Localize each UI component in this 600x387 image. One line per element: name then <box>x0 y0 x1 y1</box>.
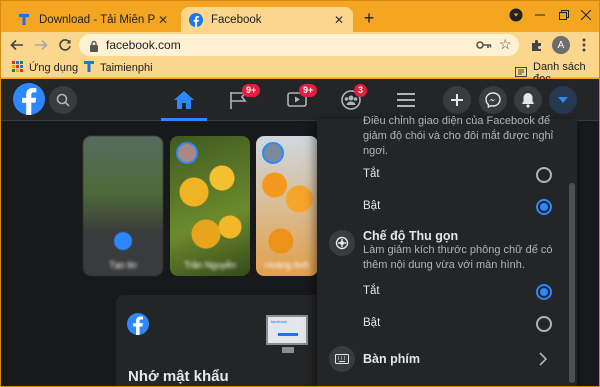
close-icon[interactable]: ✕ <box>155 12 171 28</box>
keyboard-label: Bàn phím <box>363 352 420 366</box>
monitor-brand: facebook <box>271 319 288 324</box>
compact-mode-icon <box>329 230 355 256</box>
story-label: Trần Nguyễn <box>184 260 236 270</box>
chevron-right-icon <box>539 352 548 371</box>
dark-mode-on-label[interactable]: Bật <box>363 200 380 212</box>
compact-mode-off-radio[interactable] <box>536 284 552 300</box>
lock-icon[interactable] <box>89 39 99 57</box>
forward-arrow-icon[interactable] <box>31 35 51 55</box>
extensions-icon[interactable] <box>528 36 546 54</box>
home-active-indicator <box>161 118 207 121</box>
facebook-logo-icon <box>127 313 149 335</box>
tab-facebook[interactable]: Facebook ✕ <box>181 7 353 32</box>
new-tab-button[interactable]: + <box>359 9 379 29</box>
key-icon[interactable] <box>476 38 492 56</box>
taimienphi-icon <box>84 61 94 75</box>
bookmark-label: Ứng dụng <box>29 62 79 74</box>
menu-scrollbar[interactable] <box>567 121 577 386</box>
monitor-illustration: facebook <box>266 315 308 345</box>
tab-title: Download - Tải Miễn Phí VN - Ph <box>39 13 155 26</box>
story-avatar <box>176 142 198 164</box>
more-menu-icon[interactable] <box>575 36 593 54</box>
search-icon[interactable] <box>49 86 77 114</box>
bookmarks-bar: Ứng dụng Taimienphi Danh sách đọc <box>1 58 599 85</box>
compact-mode-title: Chế độ Thu gọn <box>363 229 459 243</box>
account-dropdown-icon[interactable] <box>549 86 577 114</box>
story-label: Hoàng Anh <box>264 260 310 270</box>
reading-list-icon <box>515 66 527 80</box>
messenger-icon[interactable] <box>479 86 507 114</box>
address-bar[interactable]: facebook.com ☆ <box>79 34 519 56</box>
dark-mode-off-radio[interactable] <box>536 167 552 183</box>
reload-icon[interactable] <box>55 35 75 55</box>
facebook-favicon-icon <box>189 12 203 27</box>
facebook-logo-icon[interactable] <box>13 83 45 115</box>
browser-toolbar: facebook.com ☆ A <box>1 32 599 58</box>
create-plus-icon[interactable] <box>443 86 471 114</box>
close-icon[interactable]: ✕ <box>331 12 347 28</box>
dark-mode-description: Điều chỉnh giao diện của Facebook để giả… <box>363 115 554 157</box>
watch-badge: 9+ <box>299 84 318 97</box>
add-story-plus-icon[interactable] <box>111 229 135 253</box>
close-window-icon[interactable] <box>573 5 599 25</box>
url-text[interactable]: facebook.com <box>106 38 181 52</box>
menu-hamburger-icon[interactable] <box>388 87 424 113</box>
keyboard-icon <box>329 346 355 372</box>
scrollbar-thumb[interactable] <box>569 183 575 383</box>
compact-mode-description: Làm giảm kích thước phông chữ để có thêm… <box>363 244 553 271</box>
dark-mode-on-radio[interactable] <box>536 199 552 215</box>
bookmark-star-icon[interactable]: ☆ <box>499 36 512 53</box>
apps-grid-icon <box>12 61 23 75</box>
keyboard-menu-item[interactable]: Bàn phím <box>317 343 577 375</box>
compact-mode-on-radio[interactable] <box>536 316 552 332</box>
bookmark-apps[interactable]: Ứng dụng <box>12 61 78 75</box>
dark-mode-off-label[interactable]: Tắt <box>363 168 380 180</box>
story-create[interactable]: Tạo tin <box>83 136 163 276</box>
notifications-bell-icon[interactable] <box>514 86 542 114</box>
tab-search-icon[interactable] <box>503 5 529 25</box>
pages-badge: 9+ <box>242 84 261 97</box>
card-title: Nhớ mật khẩu <box>128 368 229 385</box>
minimize-icon[interactable] <box>527 5 553 25</box>
bookmark-taimienphi[interactable]: Taimienphi <box>84 61 153 75</box>
taimienphi-favicon-icon <box>17 13 31 27</box>
story-oranges[interactable]: Hoàng Anh <box>256 136 318 276</box>
story-avatar <box>262 142 284 164</box>
compact-mode-on-label[interactable]: Bật <box>363 317 380 329</box>
display-settings-menu: Điều chỉnh giao diện của Facebook để giả… <box>317 115 577 386</box>
facebook-page: 9+ 9+ 3 Tạo tin Trần Nguyễn Hoàng Anh fa… <box>1 79 599 386</box>
back-arrow-icon[interactable] <box>7 35 27 55</box>
bookmark-label: Taimienphi <box>100 62 153 74</box>
story-label: Tạo tin <box>109 260 137 270</box>
tab-strip: Download - Tải Miễn Phí VN - Ph ✕ Facebo… <box>1 1 599 32</box>
tab-title: Facebook <box>211 13 262 26</box>
story-flowers[interactable]: Trần Nguyễn <box>170 136 250 276</box>
tab-download[interactable]: Download - Tải Miễn Phí VN - Ph ✕ <box>9 7 177 32</box>
remember-password-card: facebook Nhớ mật khẩu <box>116 295 326 386</box>
profile-avatar[interactable]: A <box>552 36 570 54</box>
home-icon[interactable] <box>166 87 202 113</box>
compact-mode-off-label[interactable]: Tắt <box>363 285 380 297</box>
groups-badge: 3 <box>354 84 368 97</box>
